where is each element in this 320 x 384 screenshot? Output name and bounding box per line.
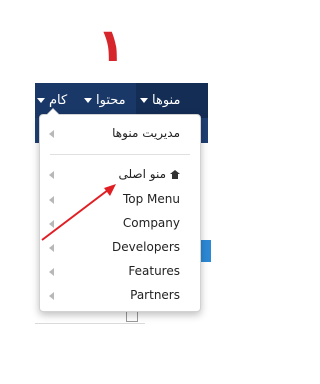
arrow-head-icon [104,184,116,196]
annotation-arrow [41,184,116,241]
arrow-line [41,189,109,241]
